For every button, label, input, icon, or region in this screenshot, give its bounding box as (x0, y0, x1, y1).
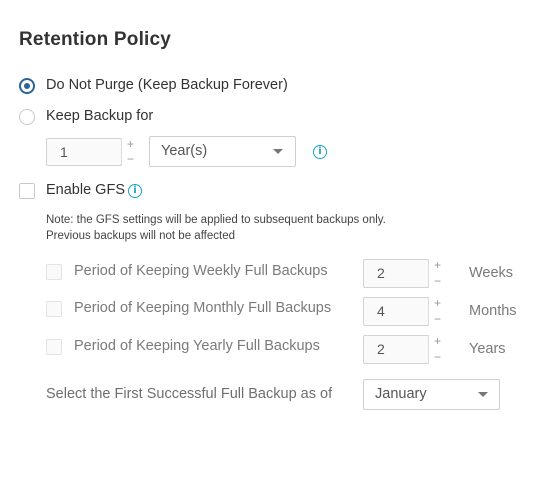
increment-button[interactable]: + (122, 138, 139, 151)
monthly-gfs-stepper: + − (428, 297, 446, 326)
enable-gfs-checkbox[interactable] (19, 183, 35, 199)
gfs-note: Note: the GFS settings will be applied t… (46, 212, 386, 244)
weekly-gfs-input[interactable]: 2 (363, 259, 429, 288)
do-not-purge-label: Do Not Purge (Keep Backup Forever) (46, 77, 288, 93)
increment-button[interactable]: + (429, 259, 446, 272)
decrement-button[interactable]: − (429, 275, 446, 288)
first-backup-label: Select the First Successful Full Backup … (46, 386, 333, 402)
retention-policy-panel: Retention Policy Do Not Purge (Keep Back… (0, 0, 560, 480)
yearly-gfs-unit: Years (469, 341, 506, 357)
decrement-button[interactable]: − (429, 313, 446, 326)
chevron-down-icon (273, 149, 283, 154)
monthly-gfs-label: Period of Keeping Monthly Full Backups (74, 300, 332, 316)
monthly-gfs-checkbox[interactable] (46, 301, 62, 317)
decrement-button[interactable]: − (122, 153, 139, 166)
info-icon[interactable]: i (313, 145, 327, 159)
do-not-purge-radio[interactable] (19, 78, 35, 94)
keep-backup-for-label: Keep Backup for (46, 108, 154, 124)
gfs-note-line-1: Note: the GFS settings will be applied t… (46, 214, 386, 226)
increment-button[interactable]: + (429, 335, 446, 348)
keep-backup-unit-value: Year(s) (161, 143, 208, 159)
weekly-gfs-checkbox[interactable] (46, 264, 62, 280)
yearly-gfs-checkbox[interactable] (46, 339, 62, 355)
weekly-gfs-label: Period of Keeping Weekly Full Backups (74, 263, 328, 279)
yearly-gfs-label: Period of Keeping Yearly Full Backups (74, 338, 320, 354)
keep-backup-amount-input[interactable]: 1 (46, 138, 122, 166)
monthly-gfs-unit: Months (469, 303, 517, 319)
yearly-gfs-input[interactable]: 2 (363, 335, 429, 364)
keep-backup-amount-stepper: + − (121, 138, 139, 166)
decrement-button[interactable]: − (429, 351, 446, 364)
chevron-down-icon (478, 392, 488, 397)
section-title: Retention Policy (19, 29, 172, 50)
first-backup-month-value: January (375, 386, 427, 402)
increment-button[interactable]: + (429, 297, 446, 310)
gfs-note-line-2: Previous backups will not be affected (46, 230, 236, 242)
keep-backup-for-radio[interactable] (19, 109, 35, 125)
info-icon[interactable]: i (128, 184, 142, 198)
yearly-gfs-stepper: + − (428, 335, 446, 364)
weekly-gfs-stepper: + − (428, 259, 446, 288)
monthly-gfs-input[interactable]: 4 (363, 297, 429, 326)
weekly-gfs-unit: Weeks (469, 265, 514, 281)
enable-gfs-label: Enable GFS (46, 182, 125, 198)
